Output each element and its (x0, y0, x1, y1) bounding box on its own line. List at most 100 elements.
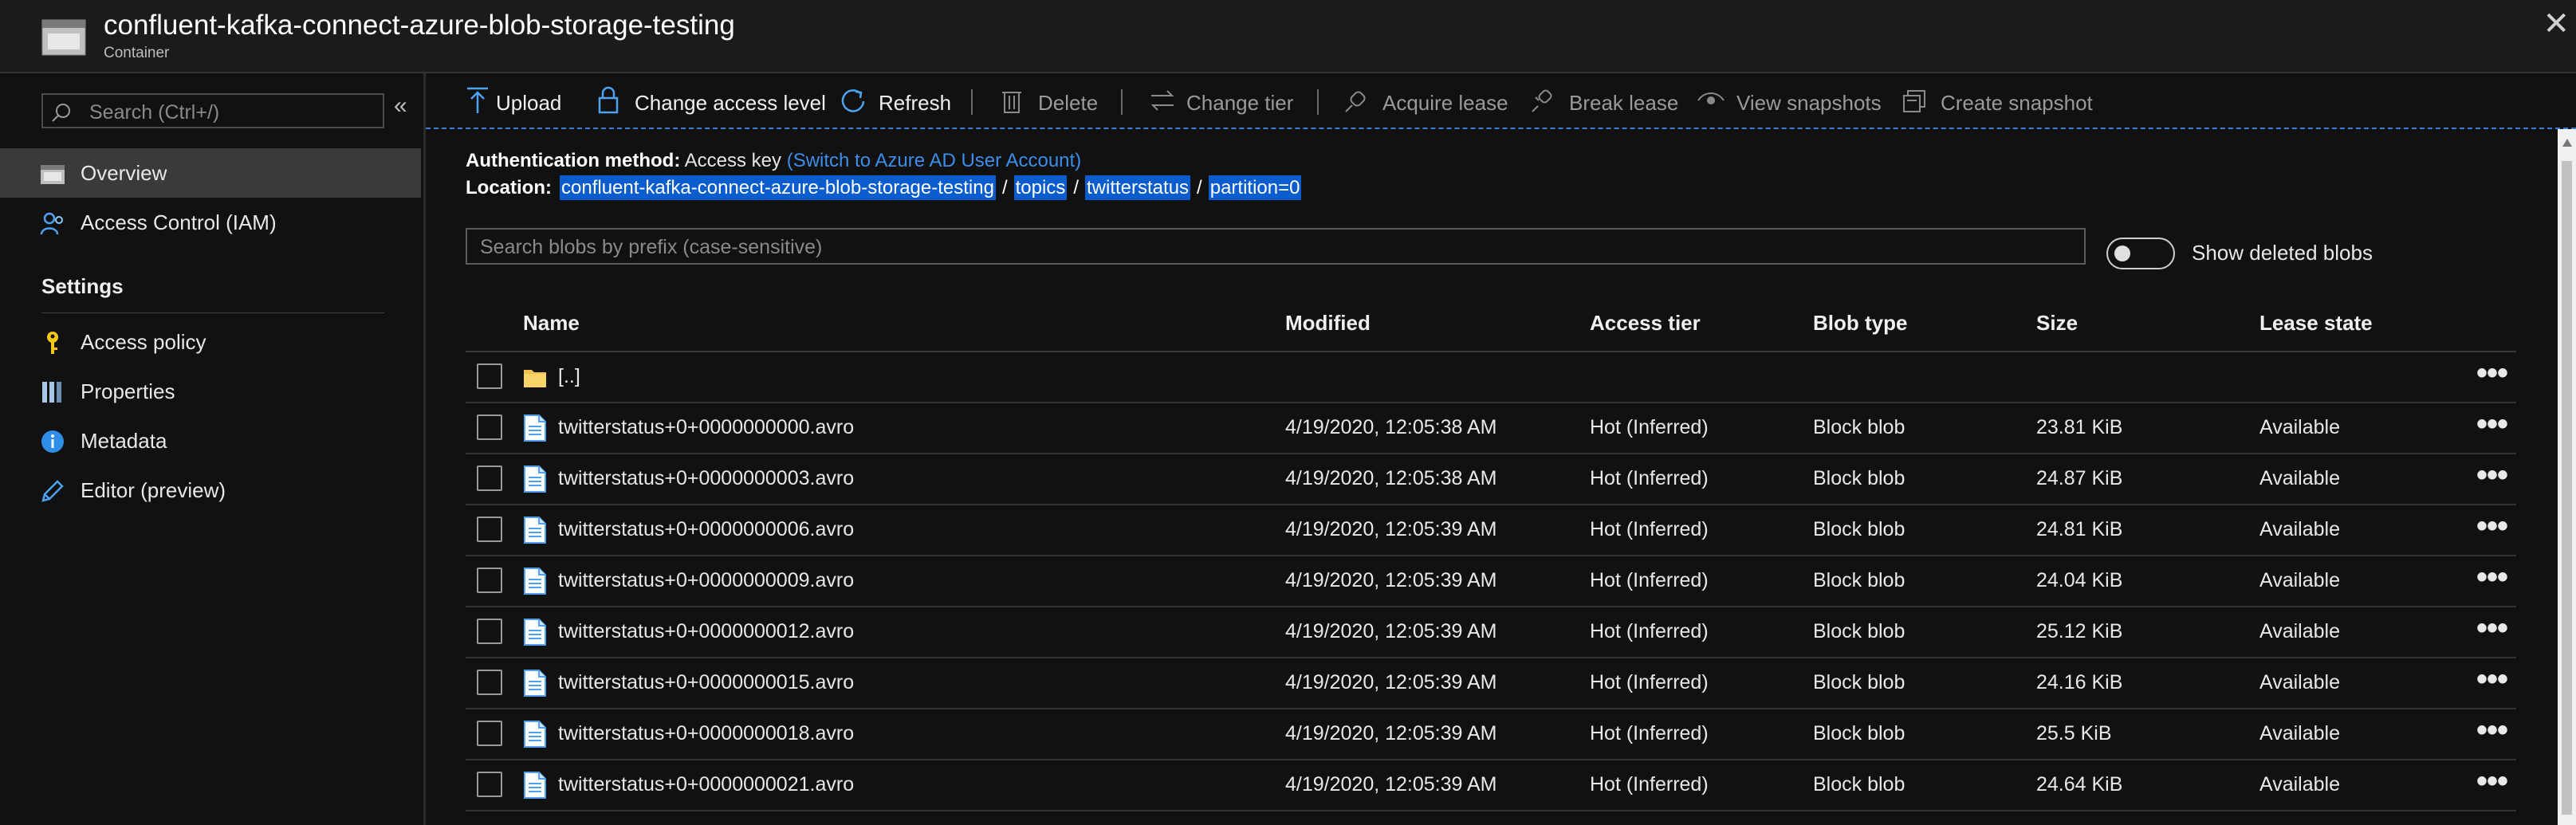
file-icon (524, 619, 546, 646)
row-access-tier: Hot (Inferred) (1590, 467, 1709, 489)
more-actions-button[interactable]: ••• (2476, 561, 2508, 593)
row-lease-state: Available (2259, 467, 2341, 489)
table-row[interactable]: twitterstatus+0+0000000021.avro 4/19/2020… (466, 760, 2516, 811)
close-icon[interactable]: ✕ (2543, 8, 2570, 40)
breadcrumb-container[interactable]: confluent-kafka-connect-azure-blob-stora… (560, 175, 996, 200)
table-body: twitterstatus+0+0000000000.avro 4/19/2020… (466, 403, 2516, 811)
sidebar-item-access-policy[interactable]: Access policy (0, 317, 421, 367)
row-checkbox[interactable] (477, 619, 502, 644)
row-name[interactable]: twitterstatus+0+0000000012.avro (558, 620, 854, 643)
row-checkbox[interactable] (477, 414, 502, 440)
sidebar-item-iam[interactable]: Access Control (IAM) (0, 198, 421, 247)
collapse-sidebar-button[interactable]: « (394, 92, 407, 120)
scroll-up-arrow[interactable] (2562, 139, 2572, 147)
row-size: 24.81 KiB (2036, 518, 2123, 540)
table-row-parent[interactable]: [..] ••• (466, 352, 2516, 403)
swap-icon (1150, 90, 1174, 111)
row-blob-type: Block blob (1813, 416, 1905, 438)
column-access-tier[interactable]: Access tier (1590, 311, 1701, 336)
snapshot-icon (1903, 90, 1925, 112)
lock-icon (598, 86, 619, 114)
sidebar-item-editor[interactable]: Editor (preview) (0, 466, 421, 515)
table-row[interactable]: twitterstatus+0+0000000018.avro 4/19/2020… (466, 709, 2516, 760)
blob-search-input[interactable]: Search blobs by prefix (case-sensitive) (466, 228, 2086, 265)
refresh-icon (841, 89, 865, 112)
container-icon (41, 165, 65, 184)
show-deleted-label: Show deleted blobs (2192, 241, 2373, 265)
row-name[interactable]: twitterstatus+0+0000000003.avro (558, 467, 854, 490)
breadcrumb-partition[interactable]: partition=0 (1208, 175, 1302, 200)
row-checkbox[interactable] (477, 466, 502, 491)
row-name[interactable]: twitterstatus+0+0000000000.avro (558, 416, 854, 439)
more-actions-button[interactable]: ••• (2476, 510, 2508, 542)
row-name[interactable]: twitterstatus+0+0000000006.avro (558, 518, 854, 541)
column-name[interactable]: Name (523, 311, 580, 336)
row-checkbox[interactable] (477, 772, 502, 797)
row-name[interactable]: [..] (558, 365, 580, 388)
row-name[interactable]: twitterstatus+0+0000000015.avro (558, 671, 854, 694)
row-lease-state: Available (2259, 773, 2341, 796)
row-checkbox[interactable] (477, 721, 502, 746)
breadcrumb-twitterstatus[interactable]: twitterstatus (1085, 175, 1191, 200)
row-modified: 4/19/2020, 12:05:39 AM (1285, 518, 1497, 540)
table-row[interactable]: twitterstatus+0+0000000015.avro 4/19/2020… (466, 658, 2516, 709)
sidebar-item-label: Access policy (81, 330, 206, 354)
table-row[interactable]: twitterstatus+0+0000000009.avro 4/19/2020… (466, 556, 2516, 607)
switch-auth-link[interactable]: (Switch to Azure AD User Account) (787, 150, 1081, 171)
sidebar-item-metadata[interactable]: Metadata (0, 416, 421, 466)
sidebar-item-properties[interactable]: Properties (0, 367, 421, 416)
row-lease-state: Available (2259, 518, 2341, 540)
row-modified: 4/19/2020, 12:05:38 AM (1285, 416, 1497, 438)
people-icon (40, 212, 63, 235)
sidebar-item-label: Metadata (81, 429, 167, 453)
scroll-thumb[interactable] (2562, 161, 2572, 815)
more-actions-button[interactable]: ••• (2476, 663, 2508, 695)
sidebar-item-label: Overview (81, 161, 167, 185)
row-lease-state: Available (2259, 620, 2341, 642)
sidebar-search-input[interactable]: Search (Ctrl+/) (41, 93, 384, 128)
more-actions-button[interactable]: ••• (2476, 612, 2508, 644)
column-lease-state[interactable]: Lease state (2259, 311, 2373, 336)
row-checkbox[interactable] (477, 363, 502, 389)
row-blob-type: Block blob (1813, 773, 1905, 796)
row-blob-type: Block blob (1813, 722, 1905, 744)
page-subtitle: Container (104, 45, 170, 61)
table-row[interactable]: twitterstatus+0+0000000006.avro 4/19/2020… (466, 505, 2516, 556)
more-actions-button[interactable]: ••• (2476, 765, 2508, 797)
upload-icon (467, 87, 488, 113)
file-icon (524, 414, 546, 442)
row-access-tier: Hot (Inferred) (1590, 620, 1709, 642)
row-checkbox[interactable] (477, 670, 502, 695)
table-row[interactable]: twitterstatus+0+0000000000.avro 4/19/2020… (466, 403, 2516, 454)
column-modified[interactable]: Modified (1285, 311, 1371, 336)
breadcrumb-separator: / (1197, 177, 1202, 198)
row-size: 24.64 KiB (2036, 773, 2123, 796)
more-actions-button[interactable]: ••• (2476, 408, 2508, 440)
row-name[interactable]: twitterstatus+0+0000000009.avro (558, 569, 854, 592)
table-row[interactable]: twitterstatus+0+0000000012.avro 4/19/2020… (466, 607, 2516, 658)
row-modified: 4/19/2020, 12:05:39 AM (1285, 773, 1497, 796)
blob-table: Name Modified Access tier Blob type Size… (466, 297, 2516, 811)
auth-method: Authentication method: Access key (Switc… (466, 150, 1081, 172)
location-label: Location: (466, 177, 552, 198)
row-blob-type: Block blob (1813, 671, 1905, 693)
row-name[interactable]: twitterstatus+0+0000000018.avro (558, 722, 854, 745)
table-row[interactable]: twitterstatus+0+0000000003.avro 4/19/2020… (466, 454, 2516, 505)
more-actions-button[interactable]: ••• (2476, 459, 2508, 491)
sidebar-item-overview[interactable]: Overview (0, 148, 421, 198)
row-blob-type: Block blob (1813, 467, 1905, 489)
trash-icon (1002, 92, 1021, 113)
more-actions-button[interactable]: ••• (2476, 714, 2508, 746)
breadcrumb-topics[interactable]: topics (1013, 175, 1068, 200)
row-checkbox[interactable] (477, 568, 502, 593)
row-lease-state: Available (2259, 416, 2341, 438)
column-size[interactable]: Size (2036, 311, 2078, 336)
breadcrumb-separator: / (1001, 177, 1008, 198)
show-deleted-toggle[interactable] (2106, 238, 2175, 269)
column-blob-type[interactable]: Blob type (1813, 311, 1907, 336)
vertical-scrollbar[interactable] (2558, 129, 2576, 825)
more-actions-button[interactable]: ••• (2476, 357, 2508, 389)
row-name[interactable]: twitterstatus+0+0000000021.avro (558, 773, 854, 796)
breadcrumb: Location: confluent-kafka-connect-azure-b… (466, 175, 1302, 200)
row-checkbox[interactable] (477, 517, 502, 542)
